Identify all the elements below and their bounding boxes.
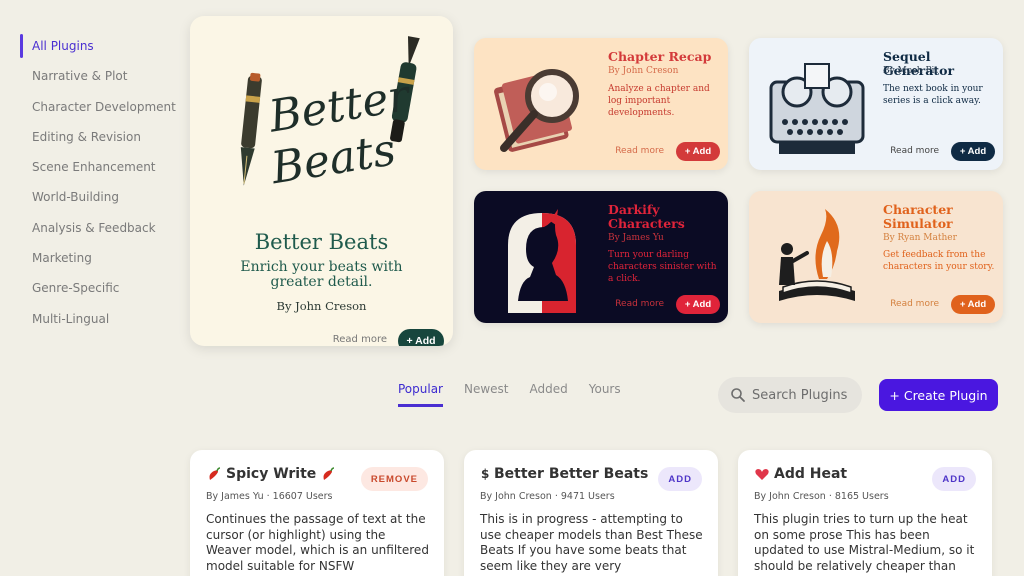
plugin-card-better-better-beats[interactable]: $ Better Better Beats By John Creson · 9… — [464, 450, 718, 576]
hero-title: Better Beats — [254, 230, 389, 254]
plugin-title-row: Spicy Write — [206, 466, 336, 482]
featured-read-more-link[interactable]: Read more — [615, 299, 664, 309]
sidebar: All Plugins Narrative & Plot Character D… — [20, 34, 180, 337]
tab-yours[interactable]: Yours — [589, 382, 621, 407]
tab-added[interactable]: Added — [530, 382, 568, 407]
chili-pepper-icon — [323, 467, 335, 480]
featured-add-button[interactable]: + Add — [676, 295, 720, 314]
add-plugin-button[interactable]: ADD — [932, 467, 976, 491]
featured-author: By Ryan Mather — [883, 233, 957, 243]
sidebar-item-narrative-plot[interactable]: Narrative & Plot — [20, 64, 180, 94]
featured-description: The next book in your series is a click … — [883, 84, 983, 106]
search-input[interactable] — [752, 387, 862, 403]
tab-newest[interactable]: Newest — [464, 382, 509, 407]
featured-title: Character Simulator — [883, 202, 953, 231]
plugin-title-row: Add Heat — [754, 466, 847, 482]
featured-author: By James Yu — [608, 233, 664, 243]
devil-silhouette-icon — [508, 209, 576, 313]
plugin-title: Spicy Write — [226, 466, 317, 482]
sidebar-item-world-building[interactable]: World-Building — [20, 185, 180, 215]
heart-icon — [755, 469, 769, 480]
featured-description: Get feedback from the characters in your… — [883, 250, 995, 272]
featured-author: By John Creson — [608, 66, 679, 76]
plugin-title: Better Better Beats — [494, 466, 649, 482]
plugin-meta: By John Creson · 9471 Users — [480, 491, 615, 502]
featured-description: Turn your darling characters sinister wi… — [608, 250, 717, 284]
remove-plugin-button[interactable]: REMOVE — [360, 467, 428, 491]
sidebar-item-all-plugins[interactable]: All Plugins — [20, 34, 180, 64]
tab-popular[interactable]: Popular — [398, 382, 443, 407]
featured-read-more-link[interactable]: Read more — [890, 146, 939, 156]
plugin-card-add-heat[interactable]: Add Heat By John Creson · 8165 Users Thi… — [738, 450, 992, 576]
featured-card-chapter-recap[interactable]: Chapter Recap By John Creson Analyze a c… — [474, 38, 728, 170]
sidebar-item-marketing[interactable]: Marketing — [20, 246, 180, 276]
featured-card-darkify-characters[interactable]: Darkify Characters By James Yu Turn your… — [474, 191, 728, 323]
sidebar-item-scene-enhancement[interactable]: Scene Enhancement — [20, 155, 180, 185]
hero-description: Enrich your beats with greater detail. — [240, 259, 403, 290]
featured-add-button[interactable]: + Add — [951, 142, 995, 161]
book-figures-icon — [779, 209, 855, 301]
svg-text:$: $ — [481, 467, 489, 481]
featured-read-more-link[interactable]: Read more — [890, 299, 939, 309]
featured-author: By Mosh Pit — [883, 66, 939, 76]
plugin-meta: By James Yu · 16607 Users — [206, 491, 333, 502]
sidebar-item-analysis-feedback[interactable]: Analysis & Feedback — [20, 216, 180, 246]
featured-card-character-simulator[interactable]: Character Simulator By Ryan Mather Get f… — [749, 191, 1003, 323]
hero-author: By John Creson — [276, 299, 367, 313]
featured-title: Darkify Characters — [608, 202, 685, 231]
plugin-description: This plugin tries to turn up the heat on… — [754, 512, 975, 573]
plugin-title-row: $ Better Better Beats — [480, 466, 648, 482]
sidebar-item-editing-revision[interactable]: Editing & Revision — [20, 125, 180, 155]
sidebar-item-multi-lingual[interactable]: Multi-Lingual — [20, 307, 180, 337]
hero-plugin-card[interactable]: Better Beats Better Beats Enrich your be… — [190, 16, 453, 346]
create-plugin-button[interactable]: + Create Plugin — [879, 379, 998, 411]
plugin-card-spicy-write[interactable]: Spicy Write By James Yu · 16607 Users Co… — [190, 450, 444, 576]
magnifier-book-icon — [494, 69, 579, 152]
featured-read-more-link[interactable]: Read more — [615, 146, 664, 156]
featured-add-button[interactable]: + Add — [951, 295, 995, 314]
add-plugin-button[interactable]: ADD — [658, 467, 702, 491]
plugin-title: Add Heat — [774, 466, 848, 482]
plugin-description: This is in progress - attempting to use … — [480, 512, 703, 573]
pens-logo-icon: Better Beats — [240, 36, 420, 194]
plugin-meta: By John Creson · 8165 Users — [754, 491, 889, 502]
chili-pepper-icon — [209, 467, 221, 480]
sort-tabs: Popular Newest Added Yours — [398, 382, 621, 407]
search-icon — [731, 388, 745, 402]
featured-description: Analyze a chapter and log important deve… — [608, 84, 710, 118]
featured-title: Chapter Recap — [608, 49, 712, 64]
featured-add-button[interactable]: + Add — [676, 142, 720, 161]
featured-card-sequel-generator[interactable]: Sequel Generator By Mosh Pit The next bo… — [749, 38, 1003, 170]
hero-read-more-link[interactable]: Read more — [333, 334, 387, 345]
typewriter-machine-icon — [769, 63, 865, 154]
sidebar-item-genre-specific[interactable]: Genre-Specific — [20, 276, 180, 306]
search-box[interactable] — [718, 377, 862, 413]
dollar-icon: $ — [481, 467, 489, 481]
plugin-description: Continues the passage of text at the cur… — [206, 512, 429, 573]
hero-add-button[interactable]: + Add — [398, 329, 444, 346]
sidebar-item-character-development[interactable]: Character Development — [20, 95, 180, 125]
